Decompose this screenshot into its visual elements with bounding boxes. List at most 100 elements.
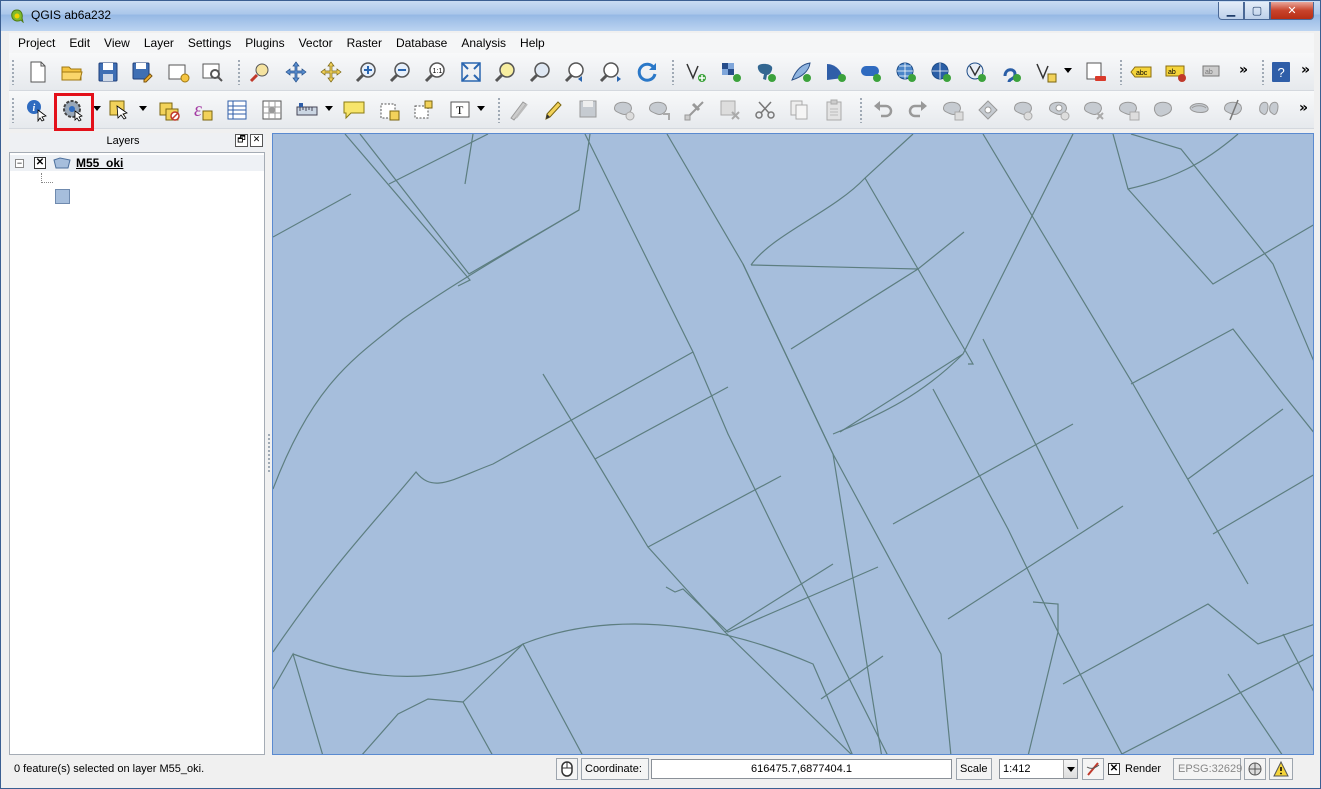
attribute-table-icon[interactable] [223,96,251,124]
new-bookmark-icon[interactable] [375,96,403,124]
new-shapefile-icon[interactable] [1032,58,1060,86]
delete-ring-icon[interactable] [1080,96,1108,124]
chevron-down-icon[interactable] [477,106,485,111]
chevron-down-icon[interactable] [325,106,333,111]
chevron-down-icon[interactable] [93,106,101,111]
splitter-grip[interactable] [267,433,271,473]
zoom-full-icon[interactable] [457,58,485,86]
copy-features-icon[interactable] [785,96,813,124]
add-raster-layer-icon[interactable] [717,58,745,86]
text-annotation-icon[interactable]: T [446,96,474,124]
field-calculator-icon[interactable] [258,96,286,124]
chevron-down-icon[interactable] [1063,760,1077,778]
zoom-next-icon[interactable] [597,58,625,86]
deselect-all-icon[interactable] [155,96,183,124]
identify-features-icon[interactable]: i [23,96,51,124]
delete-selected-icon[interactable] [716,96,744,124]
show-bookmarks-icon[interactable] [410,96,438,124]
new-project-icon[interactable] [24,58,52,86]
new-print-composer-icon[interactable] [164,58,192,86]
scale-combobox[interactable]: 1:412 [999,759,1078,779]
zoom-to-layer-icon[interactable] [527,58,555,86]
menu-layer[interactable]: Layer [135,36,179,50]
redo-icon[interactable] [904,96,932,124]
save-layer-edits-icon[interactable] [575,96,603,124]
add-oracle-layer-icon[interactable] [857,58,885,86]
menu-help[interactable]: Help [511,36,550,50]
add-vector-layer-icon[interactable] [682,58,710,86]
expression-select-icon[interactable]: ε [189,96,217,124]
add-delimited-text-icon[interactable] [997,58,1025,86]
toolbar-grip[interactable] [11,97,15,123]
node-tool-icon[interactable] [681,96,709,124]
layer-row[interactable]: − ✕ M55_oki [10,155,264,171]
menu-plugins[interactable]: Plugins [236,36,289,50]
add-wcs-layer-icon[interactable] [927,58,955,86]
add-feature-icon[interactable] [610,96,638,124]
pan-to-selection-icon[interactable] [282,58,310,86]
add-mssql-layer-icon[interactable] [822,58,850,86]
stop-render-button[interactable] [1082,758,1104,780]
menu-vector[interactable]: Vector [290,36,338,50]
menu-analysis[interactable]: Analysis [452,36,511,50]
offset-curve-icon[interactable] [1185,96,1213,124]
current-edits-icon[interactable] [505,96,533,124]
toolbar-grip[interactable] [671,59,675,85]
split-features-icon[interactable] [1220,96,1248,124]
map-tips-icon[interactable] [340,96,368,124]
add-wms-layer-icon[interactable] [892,58,920,86]
close-panel-button[interactable]: ✕ [250,134,263,147]
pan-map-icon[interactable] [246,58,274,86]
save-project-icon[interactable] [94,58,122,86]
render-checkbox[interactable]: ✕ [1108,763,1120,775]
crs-button[interactable]: EPSG:32629 [1173,758,1242,780]
menu-raster[interactable]: Raster [338,36,387,50]
toolbar-grip[interactable] [1261,59,1265,85]
menu-edit[interactable]: Edit [60,36,95,50]
close-window-button[interactable]: ✕ [1270,2,1314,20]
refresh-icon[interactable] [633,58,661,86]
zoom-in-icon[interactable] [353,58,381,86]
toolbar-grip[interactable] [497,97,501,123]
simplify-feature-icon[interactable] [939,96,967,124]
save-as-icon[interactable] [128,58,156,86]
select-features-icon[interactable] [105,96,133,124]
toolbar-grip[interactable] [859,97,863,123]
toolbar-overflow-button[interactable]: » [1239,62,1248,78]
pin-labels-icon[interactable]: ab [1197,58,1225,86]
layer-labeling-icon[interactable]: ab [1162,58,1190,86]
label-icon[interactable]: abc [1127,58,1155,86]
add-spatialite-layer-icon[interactable] [787,58,815,86]
render-toggle[interactable]: ✕ Render [1105,758,1170,780]
layer-visibility-checkbox[interactable]: ✕ [34,157,46,169]
pan-selected-icon[interactable] [317,58,345,86]
toolbar-overflow-button-3[interactable]: » [1299,100,1308,116]
maximize-button[interactable]: ▢ [1244,2,1270,20]
projection-button[interactable] [1244,758,1266,780]
map-canvas[interactable] [272,133,1314,755]
minimize-button[interactable]: ▁ [1218,2,1244,20]
add-ring-icon[interactable] [974,96,1002,124]
toolbar-grip[interactable] [237,59,241,85]
menu-view[interactable]: View [95,36,135,50]
add-wfs-layer-icon[interactable] [962,58,990,86]
reshape-features-icon[interactable] [1150,96,1178,124]
help-icon[interactable]: ? [1267,58,1295,86]
split-parts-icon[interactable] [1255,96,1283,124]
delete-part-icon[interactable] [1115,96,1143,124]
coordinate-field[interactable]: 616475.7,6877404.1 [651,759,952,779]
composer-manager-icon[interactable] [198,58,226,86]
menu-settings[interactable]: Settings [179,36,236,50]
remove-layer-icon[interactable] [1082,58,1110,86]
collapse-icon[interactable]: − [15,159,24,168]
zoom-native-icon[interactable]: 1:1 [422,58,450,86]
undo-icon[interactable] [869,96,897,124]
toolbar-grip[interactable] [1119,59,1123,85]
add-postgis-layer-icon[interactable] [752,58,780,86]
paste-features-icon[interactable] [820,96,848,124]
layer-name[interactable]: M55_oki [76,156,123,170]
move-feature-icon[interactable] [645,96,673,124]
toolbar-overflow-button-2[interactable]: » [1301,62,1310,78]
fill-ring-icon[interactable] [1045,96,1073,124]
zoom-to-selection-icon[interactable] [492,58,520,86]
